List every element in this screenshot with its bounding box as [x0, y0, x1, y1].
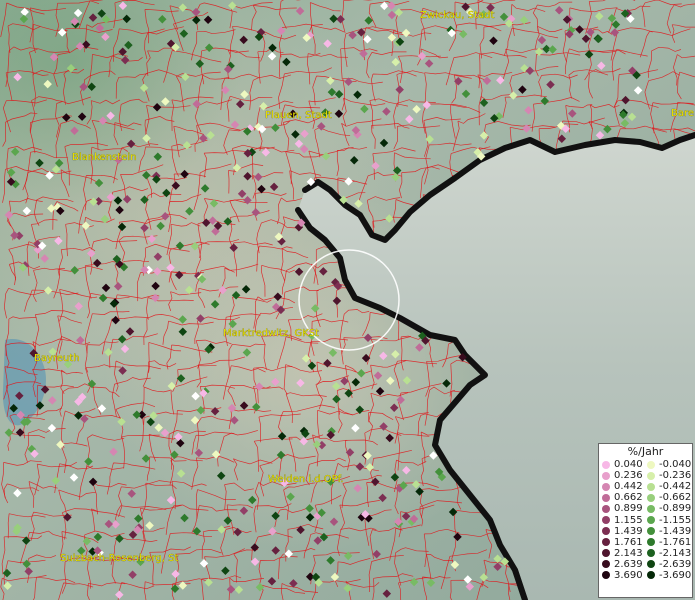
legend-swatch: [602, 471, 610, 480]
label-bare: Bare: [671, 108, 694, 119]
legend-entry: -0.236: [647, 470, 692, 481]
label-weiden: Weiden i.d.OPf.: [268, 474, 344, 485]
legend-value: 2.639: [614, 558, 643, 570]
legend-swatch: [602, 516, 610, 525]
label-zwickau: Zwickau, Stadt: [420, 10, 494, 21]
legend-entry: 1.761: [602, 537, 647, 548]
legend-value: -0.899: [659, 503, 692, 515]
legend-swatch: [602, 538, 610, 547]
legend-swatch: [602, 571, 610, 580]
legend-title: %/Jahr: [627, 445, 664, 458]
legend-value: -1.761: [659, 536, 692, 548]
legend-value: -0.442: [659, 481, 692, 493]
legend-swatch: [602, 493, 610, 502]
legend-entry: -0.662: [647, 492, 692, 503]
legend-entry: 0.662: [602, 492, 647, 503]
legend-swatch: [647, 482, 655, 491]
legend-swatch: [602, 549, 610, 558]
legend-value: 1.439: [614, 525, 643, 537]
legend-entry: 2.143: [602, 548, 647, 559]
legend: %/Jahr 0.040 0.236 0.442 0.662 0.899 1.155 1.4…: [598, 443, 693, 598]
legend-swatch: [647, 527, 655, 536]
legend-swatch: [647, 571, 655, 580]
legend-entry: -1.761: [647, 537, 692, 548]
legend-value: 0.442: [614, 481, 643, 493]
legend-entry: 2.639: [602, 559, 647, 570]
legend-entry: 0.442: [602, 481, 647, 492]
legend-value: -0.040: [659, 459, 692, 471]
map-canvas[interactable]: Zwickau, Stadt Plauen, Stadt Blankenstei…: [0, 0, 695, 600]
legend-value: -2.639: [659, 558, 692, 570]
legend-value: 0.040: [614, 459, 643, 471]
legend-value: 2.143: [614, 547, 643, 559]
legend-swatch: [647, 549, 655, 558]
legend-value: -0.662: [659, 492, 692, 504]
legend-entry: -0.899: [647, 503, 692, 514]
legend-entry: 0.899: [602, 503, 647, 514]
legend-value: 1.761: [614, 536, 643, 548]
legend-swatch: [647, 538, 655, 547]
legend-swatch: [647, 560, 655, 569]
legend-entry: -0.442: [647, 481, 692, 492]
legend-entry: -2.639: [647, 559, 692, 570]
legend-entry: -3.690: [647, 570, 692, 581]
legend-entry: -1.439: [647, 526, 692, 537]
legend-entry: 3.690: [602, 570, 647, 581]
legend-entry: -2.143: [647, 548, 692, 559]
label-bayreuth: Bayreuth: [34, 353, 80, 364]
legend-value: 0.236: [614, 470, 643, 482]
legend-swatch: [602, 460, 610, 469]
legend-swatch: [602, 560, 610, 569]
legend-swatch: [602, 482, 610, 491]
legend-swatch: [647, 516, 655, 525]
label-blankenstein: Blankenstein: [72, 152, 136, 163]
legend-value: 3.690: [614, 569, 643, 581]
legend-entry: 0.236: [602, 470, 647, 481]
label-plauen: Plauen, Stadt: [265, 110, 332, 121]
legend-value: 1.155: [614, 514, 643, 526]
legend-value: 0.662: [614, 492, 643, 504]
legend-value: -1.439: [659, 525, 692, 537]
legend-value: -3.690: [659, 569, 692, 581]
legend-entry: -0.040: [647, 459, 692, 470]
legend-entry: 0.040: [602, 459, 647, 470]
legend-value: -1.155: [659, 514, 692, 526]
legend-swatch: [647, 471, 655, 480]
label-sulzbach: Sulzbach-Rosenberg, St: [60, 553, 178, 564]
legend-value: 0.899: [614, 503, 643, 515]
legend-swatch: [647, 493, 655, 502]
legend-entry: 1.439: [602, 526, 647, 537]
legend-swatch: [602, 504, 610, 513]
legend-swatch: [647, 460, 655, 469]
legend-entry: -1.155: [647, 514, 692, 526]
legend-positive-column: 0.040 0.236 0.442 0.662 0.899 1.155 1.439 1.761…: [602, 459, 647, 581]
legend-entry: 1.155: [602, 514, 647, 526]
legend-value: -0.236: [659, 470, 692, 482]
legend-negative-column: -0.040 -0.236 -0.442 -0.662 -0.899 -1.155 -1.4…: [647, 459, 692, 581]
legend-swatch: [602, 527, 610, 536]
legend-value: -2.143: [659, 547, 692, 559]
legend-swatch: [647, 504, 655, 513]
label-marktredwitz: Marktredwitz, GKSt: [223, 328, 319, 339]
